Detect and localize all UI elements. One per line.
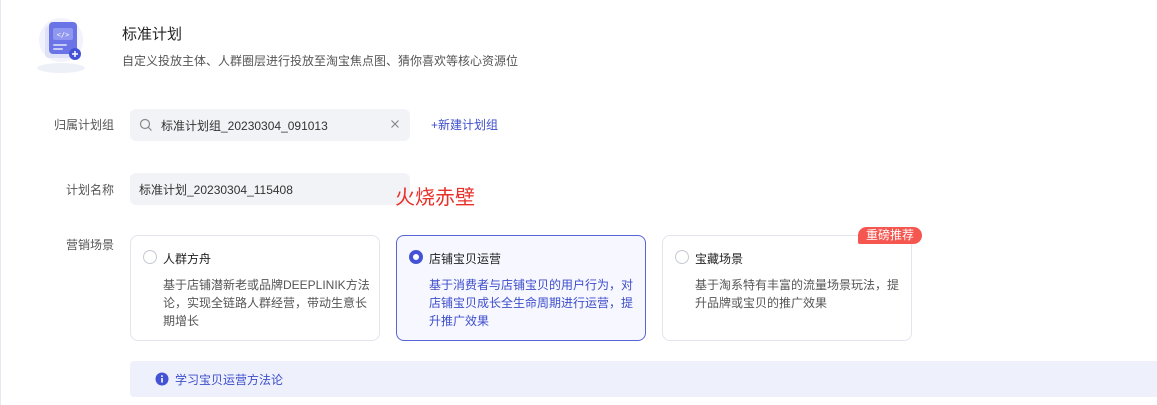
- marketing-scenario-label: 营销场景: [65, 238, 114, 252]
- plan-name-value: 标准计划_20230304_115408: [139, 182, 293, 197]
- search-icon: [139, 118, 152, 131]
- plan-group-value: 标准计划组_20230304_091013: [161, 118, 328, 133]
- plan-group-select[interactable]: 标准计划组_20230304_091013: [130, 109, 410, 141]
- plan-name-label: 计划名称: [65, 183, 114, 197]
- radio-button[interactable]: [143, 250, 157, 264]
- scenario-card-shop-item-ops[interactable]: 店铺宝贝运营 基于消费者与店铺宝贝的用户行为，对店铺宝贝成长全生命周期进行运营，…: [396, 235, 646, 341]
- info-bar: 学习宝贝运营方法论: [130, 361, 1157, 397]
- clear-icon[interactable]: [388, 117, 402, 131]
- plan-type-description: 自定义投放主体、人群圈层进行投放至淘宝焦点图、猜你喜欢等核心资源位: [122, 54, 519, 68]
- scenario-title: 宝藏场景: [695, 252, 744, 266]
- new-plan-group-link[interactable]: +新建计划组: [431, 116, 498, 133]
- scenario-title: 人群方舟: [163, 252, 212, 266]
- plan-card-icon: </>: [37, 18, 85, 73]
- scenario-card-crowd-ark[interactable]: 人群方舟 基于店铺潜新老或品牌DEEPLINIK方法论，实现全链路人群经营，带动…: [130, 235, 380, 341]
- svg-text:</>: </>: [57, 31, 70, 39]
- scenario-card-treasure[interactable]: 宝藏场景 基于淘系特有丰富的流量场景玩法，提升品牌或宝贝的推广效果: [662, 235, 912, 341]
- scenario-description: 基于店铺潜新老或品牌DEEPLINIK方法论，实现全链路人群经营，带动生意长期增…: [163, 278, 370, 328]
- plan-name-input[interactable]: 标准计划_20230304_115408: [130, 173, 410, 205]
- recommend-badge: 重磅推荐: [858, 227, 923, 244]
- learn-methodology-link[interactable]: 学习宝贝运营方法论: [175, 371, 283, 388]
- scenario-title: 店铺宝贝运营: [429, 252, 502, 266]
- radio-button-selected[interactable]: [409, 250, 423, 264]
- plan-type-title: 标准计划: [122, 26, 183, 43]
- info-icon: [155, 372, 169, 386]
- scenario-description: 基于淘系特有丰富的流量场景玩法，提升品牌或宝贝的推广效果: [695, 278, 900, 310]
- plan-settings-page: </> 标准计划 自定义投放主体、人群圈层进行投放至淘宝焦点图、猜你喜欢等核心资…: [0, 0, 1157, 405]
- red-annotation-text: 火烧赤壁: [395, 187, 475, 209]
- plan-group-label: 归属计划组: [53, 118, 114, 132]
- scenario-description: 基于消费者与店铺宝贝的用户行为，对店铺宝贝成长全生命周期进行运营，提升推广效果: [429, 278, 634, 328]
- radio-button[interactable]: [675, 250, 689, 264]
